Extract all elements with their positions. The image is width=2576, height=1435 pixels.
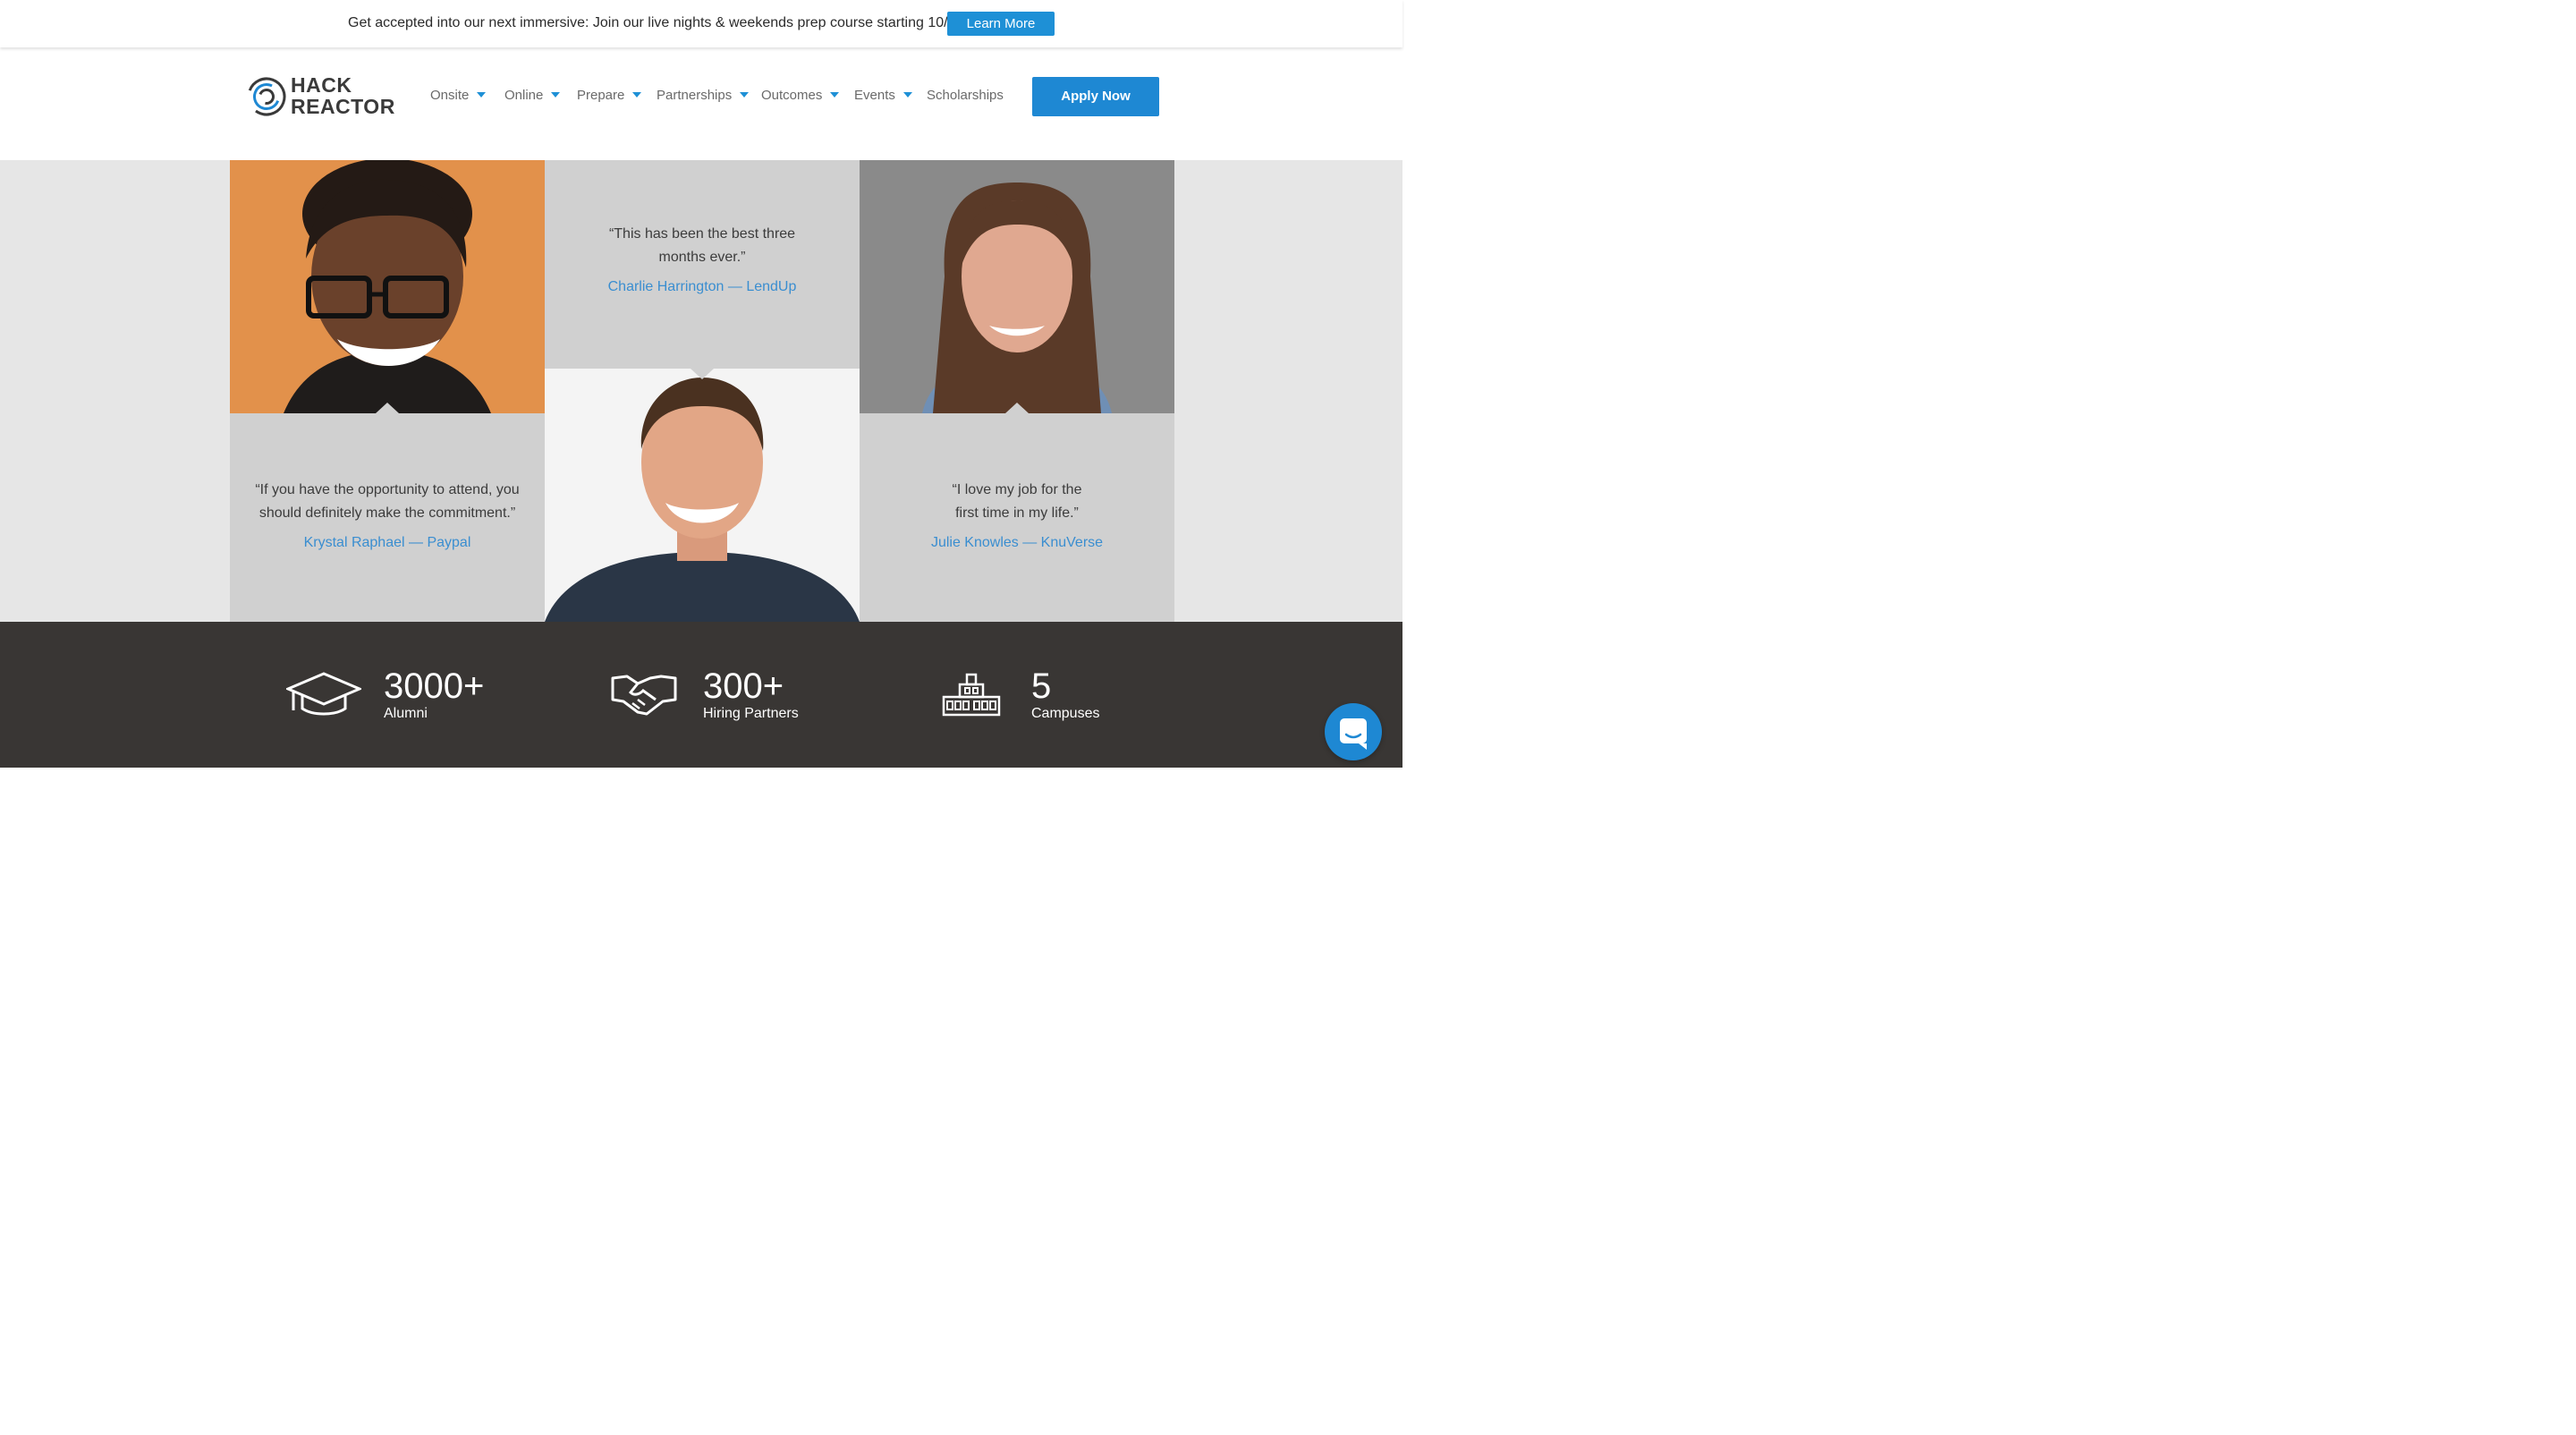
portrait-julie — [860, 160, 1174, 413]
testimonial-quote-line: “This has been the best three — [608, 226, 796, 242]
announcement-text: Get accepted into our next immersive: Jo… — [348, 15, 960, 30]
logo-mark-icon — [247, 77, 286, 116]
portrait-krystal — [230, 160, 545, 413]
nav-label: Online — [504, 88, 544, 103]
learn-more-button[interactable]: Learn More — [947, 12, 1055, 36]
nav-label: Prepare — [577, 88, 625, 103]
handshake-icon — [611, 675, 677, 716]
nav-item-events[interactable]: Events — [854, 88, 912, 103]
testimonial-photo-julie — [860, 160, 1174, 413]
pointer-arrow — [691, 369, 714, 379]
nav-label: Onsite — [430, 88, 470, 103]
stat-label: Hiring Partners — [703, 706, 799, 721]
pointer-arrow — [1005, 403, 1029, 413]
caret-down-icon — [632, 92, 642, 98]
nav-item-onsite[interactable]: Onsite — [430, 88, 487, 103]
testimonial-quote-line: “If you have the opportunity to attend, … — [255, 482, 520, 497]
caret-down-icon — [477, 92, 487, 98]
caret-down-icon — [740, 92, 750, 98]
testimonial-quote-line: months ever.” — [658, 250, 746, 265]
stat-hiring-partners: 300+ Hiring Partners — [611, 622, 843, 768]
portrait-charlie — [545, 369, 860, 622]
logo-text-line2: REACTOR — [291, 95, 395, 118]
stat-campuses: 5 Campuses — [942, 622, 1121, 768]
testimonial-card-krystal: “If you have the opportunity to attend, … — [230, 413, 545, 622]
stat-alumni: 3000+ Alumni — [286, 622, 519, 768]
pointer-arrow — [376, 403, 399, 413]
testimonial-author-link[interactable]: Julie Knowles — KnuVerse — [860, 535, 1174, 551]
nav-item-online[interactable]: Online — [504, 88, 561, 103]
nav-label: Scholarships — [927, 88, 1004, 103]
testimonial-card-julie: “I love my job for the first time in my … — [860, 413, 1174, 622]
caret-down-icon — [551, 92, 561, 98]
stat-label: Alumni — [384, 706, 428, 721]
logo-text-line1: HACK — [291, 73, 352, 97]
caret-down-icon — [830, 92, 840, 98]
nav-label: Partnerships — [657, 88, 733, 103]
testimonial-quote-line: first time in my life.” — [955, 505, 1079, 521]
apply-now-button[interactable]: Apply Now — [1032, 77, 1159, 116]
chat-launcher-button[interactable] — [1325, 703, 1382, 760]
testimonial-photo-krystal — [230, 160, 545, 413]
stat-value: 300+ — [703, 667, 784, 706]
logo[interactable]: HACK REACTOR — [246, 74, 398, 119]
chat-icon — [1340, 718, 1367, 750]
testimonial-author-link[interactable]: Krystal Raphael — Paypal — [230, 535, 545, 551]
stat-value: 3000+ — [384, 667, 485, 706]
graduation-cap-icon — [286, 672, 361, 716]
caret-down-icon — [902, 92, 912, 98]
testimonial-card-charlie: “This has been the best three months eve… — [545, 160, 860, 369]
testimonial-quote-line: “I love my job for the — [952, 482, 1082, 497]
announcement-bar: Get accepted into our next immersive: Jo… — [0, 0, 1402, 47]
testimonial-author-link[interactable]: Charlie Harrington — LendUp — [545, 279, 860, 295]
stats-section: 3000+ Alumni 300+ Hiring Partners 5 Camp… — [0, 622, 1402, 768]
nav-label: Outcomes — [761, 88, 823, 103]
nav-item-scholarships[interactable]: Scholarships — [927, 88, 1004, 103]
nav-item-outcomes[interactable]: Outcomes — [761, 88, 840, 103]
stat-value: 5 — [1031, 667, 1052, 706]
testimonials-section: “If you have the opportunity to attend, … — [0, 160, 1402, 622]
site-header: HACK REACTOR Onsite Online Prepare Partn… — [0, 47, 1402, 160]
testimonial-photo-charlie — [545, 369, 860, 622]
nav-item-prepare[interactable]: Prepare — [577, 88, 642, 103]
nav-label: Events — [854, 88, 895, 103]
logo-text: HACK REACTOR — [291, 74, 395, 117]
nav-item-partnerships[interactable]: Partnerships — [657, 88, 750, 103]
stat-label: Campuses — [1031, 706, 1100, 721]
testimonial-quote-line: should definitely make the commitment.” — [258, 505, 516, 521]
building-icon — [942, 673, 1001, 717]
